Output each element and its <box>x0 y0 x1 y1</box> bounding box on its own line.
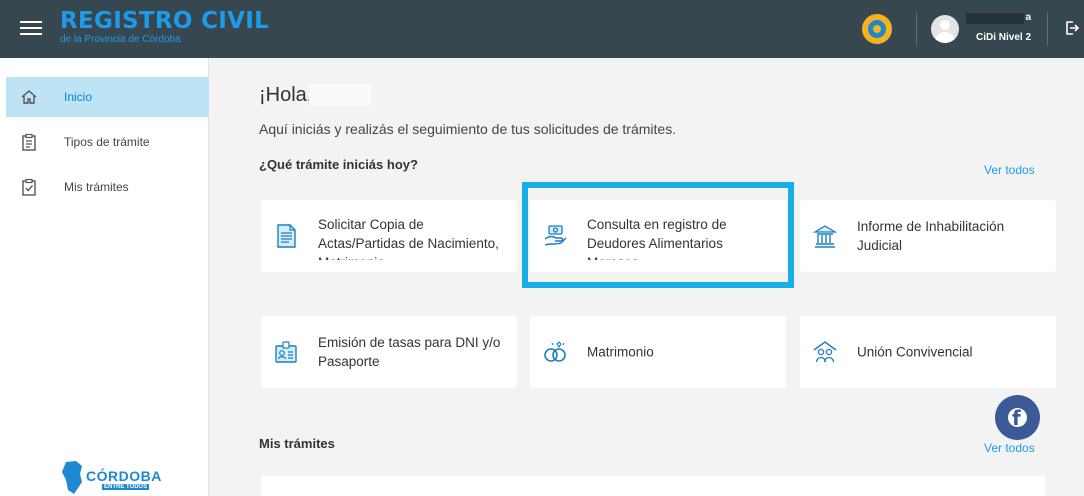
cordoba-logo-text: CÓRDOBA <box>86 468 162 484</box>
avatar[interactable] <box>931 15 959 43</box>
brand-title: REGISTRO CIVIL <box>60 8 270 34</box>
rings-icon <box>544 341 566 362</box>
mis-tramites-list <box>261 476 1045 496</box>
sidebar-item-label: Tipos de trámite <box>64 135 150 149</box>
header-divider <box>916 12 917 46</box>
cordoba-map-icon <box>62 461 82 494</box>
card-label: Solicitar Copia de Actas/Partidas de Nac… <box>318 217 499 260</box>
redacted-user-name <box>309 84 371 106</box>
brand-subtitle: de la Provincia de Córdoba <box>60 34 181 45</box>
clipboard-list-icon <box>22 133 36 151</box>
hamburger-menu-icon[interactable] <box>20 21 42 37</box>
sidebar-item-label: Inicio <box>64 90 93 104</box>
sidebar-item-label: Mis trámites <box>64 180 129 194</box>
top-bar: REGISTRO CIVIL de la Provincia de Córdob… <box>0 0 1084 58</box>
card-deudores-alimentarios[interactable]: Consulta en registro de Deudores Aliment… <box>530 200 786 272</box>
brand-logo[interactable]: REGISTRO CIVIL de la Provincia de Córdob… <box>60 8 269 46</box>
facebook-icon[interactable]: f <box>995 395 1040 440</box>
cordoba-logo: CÓRDOBA ENTRE TODOS <box>60 460 170 496</box>
user-name[interactable]: a <box>966 12 1032 26</box>
card-matrimonio[interactable]: Matrimonio <box>530 316 786 388</box>
sidebar: Inicio Tipos de trámite Mis trámites CÓR… <box>0 58 209 496</box>
home-icon <box>21 90 37 104</box>
house-people-icon <box>813 341 837 363</box>
courthouse-icon <box>812 225 838 248</box>
card-informe-inhabilitacion-judicial[interactable]: Informe de Inhabilitación Judicial <box>800 200 1056 272</box>
card-label: Consulta en registro de Deudores Aliment… <box>587 217 727 260</box>
card-solicitar-copia-actas[interactable]: Solicitar Copia de Actas/Partidas de Nac… <box>261 200 517 272</box>
greeting: ¡Hola, <box>259 84 313 106</box>
sidebar-item-inicio[interactable]: Inicio <box>6 77 209 117</box>
clipboard-check-icon <box>22 178 36 196</box>
sidebar-item-tipos-de-tramite[interactable]: Tipos de trámite <box>6 122 209 162</box>
document-icon <box>277 224 296 248</box>
user-level: CiDi Nivel 2 <box>976 32 1032 43</box>
card-label: Emisión de tasas para DNI y/o Pasaporte <box>318 335 501 369</box>
hand-money-icon <box>544 225 567 246</box>
ver-todos-tramites-link[interactable]: Ver todos <box>984 163 1035 177</box>
intro-text: Aquí iniciás y realizás el seguimiento d… <box>259 121 677 137</box>
logout-icon[interactable] <box>1064 20 1080 36</box>
card-union-convivencial[interactable]: Unión Convivencial <box>800 316 1056 388</box>
card-label: Unión Convivencial <box>857 344 973 360</box>
id-card-icon <box>275 341 297 363</box>
card-label: Matrimonio <box>587 344 654 360</box>
ver-todos-mis-tramites-link[interactable]: Ver todos <box>984 441 1035 455</box>
cordoba-logo-sub: ENTRE TODOS <box>102 484 150 490</box>
card-label: Informe de Inhabilitación Judicial <box>857 219 1005 253</box>
header-divider <box>1047 12 1048 46</box>
redacted-name <box>966 13 1024 24</box>
card-emision-tasas-dni[interactable]: Emisión de tasas para DNI y/o Pasaporte <box>261 316 517 388</box>
cidi-logo-icon[interactable] <box>862 14 892 44</box>
sidebar-item-mis-tramites[interactable]: Mis trámites <box>6 167 209 207</box>
tramites-section-title: ¿Qué trámite iniciás hoy? <box>259 157 418 172</box>
mis-tramites-section-title: Mis trámites <box>259 436 335 451</box>
